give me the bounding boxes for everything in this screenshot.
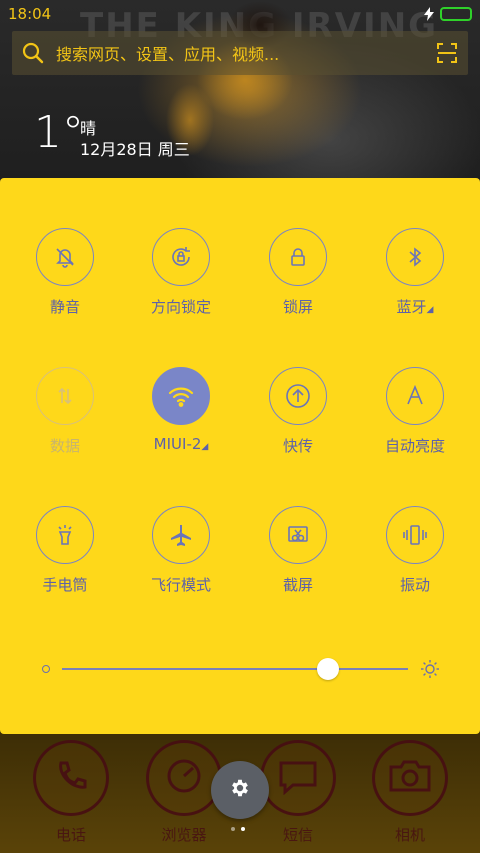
toggle-lock-screen-label: 锁屏 — [282, 298, 313, 316]
search-bar[interactable]: 搜索网页、设置、应用、视频... — [12, 31, 468, 75]
dock-phone[interactable] — [33, 740, 109, 816]
toggle-wifi[interactable]: MIUI-2◢ — [121, 367, 241, 453]
brightness-thumb[interactable] — [317, 658, 340, 680]
toggle-mobile-data[interactable]: 数据 — [5, 367, 125, 456]
dock-label-camera: 相机 — [394, 826, 425, 844]
toggle-screenshot-label: 截屏 — [282, 576, 313, 594]
camera-icon — [388, 758, 432, 798]
toggle-airplane-mode-label: 飞行模式 — [150, 576, 211, 594]
brightness-min-icon — [42, 665, 50, 673]
toggle-auto-brightness[interactable]: 自动亮度 — [355, 367, 475, 456]
auto-brightness-icon — [386, 367, 444, 425]
battery-icon — [440, 7, 472, 21]
phone-icon — [53, 758, 89, 798]
bell-off-icon — [36, 228, 94, 286]
toggle-mute-label: 静音 — [49, 298, 80, 316]
toggle-mobile-data-label: 数据 — [49, 437, 80, 455]
toggle-lock-screen[interactable]: 锁屏 — [238, 228, 358, 317]
dock-label-messages: 短信 — [282, 826, 313, 844]
dock-messages[interactable] — [260, 740, 336, 816]
dock-label-phone: 电话 — [55, 826, 86, 844]
airplane-icon — [152, 506, 210, 564]
dock-camera[interactable] — [372, 740, 448, 816]
compass-icon — [164, 756, 204, 800]
dock-browser[interactable] — [146, 740, 222, 816]
search-icon — [22, 42, 44, 64]
screenshot-icon — [269, 506, 327, 564]
toggle-screenshot[interactable]: 截屏 — [238, 506, 358, 595]
weather-temperature: 1° — [34, 107, 84, 158]
vibrate-icon — [386, 506, 444, 564]
settings-button[interactable] — [211, 761, 269, 819]
toggle-quick-share[interactable]: 快传 — [238, 367, 358, 456]
message-icon — [277, 757, 319, 799]
search-input[interactable]: 搜索网页、设置、应用、视频... — [56, 41, 436, 65]
toggle-quick-share-label: 快传 — [282, 437, 313, 455]
page-dot-active — [241, 827, 245, 831]
bluetooth-icon — [386, 228, 444, 286]
brightness-slider[interactable] — [38, 658, 442, 680]
toggle-rotation-lock-label: 方向锁定 — [150, 298, 211, 316]
scan-icon[interactable] — [436, 42, 458, 64]
toggle-vibrate[interactable]: 振动 — [355, 506, 475, 595]
charging-bolt-icon — [424, 7, 434, 21]
toggle-flashlight-label: 手电筒 — [42, 576, 88, 594]
status-bar: 18:04 — [0, 0, 480, 28]
flashlight-icon — [36, 506, 94, 564]
toggle-mute[interactable]: 静音 — [5, 228, 125, 317]
control-center-panel: 静音 方向锁定 锁屏 蓝牙◢ 数据 MIUI-2◢ 快传 自动亮度 手电筒 飞行… — [0, 178, 480, 734]
quick-share-icon — [269, 367, 327, 425]
toggle-flashlight[interactable]: 手电筒 — [5, 506, 125, 595]
mobile-data-icon — [36, 367, 94, 425]
status-time: 18:04 — [8, 5, 52, 23]
brightness-track[interactable] — [62, 668, 408, 670]
toggle-wifi-label: MIUI-2◢ — [153, 435, 209, 453]
page-indicator — [231, 827, 245, 831]
status-icons — [424, 7, 472, 21]
gear-icon — [229, 777, 251, 803]
weather-date: 12月28日 周三 — [80, 140, 190, 159]
sun-icon — [420, 659, 440, 679]
toggle-bluetooth[interactable]: 蓝牙◢ — [355, 228, 475, 317]
lock-icon — [269, 228, 327, 286]
toggle-vibrate-label: 振动 — [399, 576, 430, 594]
wifi-icon — [152, 367, 210, 425]
toggle-bluetooth-label: 蓝牙◢ — [396, 298, 434, 316]
toggle-airplane-mode[interactable]: 飞行模式 — [121, 506, 241, 595]
toggle-auto-brightness-label: 自动亮度 — [384, 437, 445, 455]
dock-label-browser: 浏览器 — [161, 826, 207, 844]
toggle-rotation-lock[interactable]: 方向锁定 — [121, 228, 241, 317]
page-dot — [231, 827, 235, 831]
rotation-lock-icon — [152, 228, 210, 286]
